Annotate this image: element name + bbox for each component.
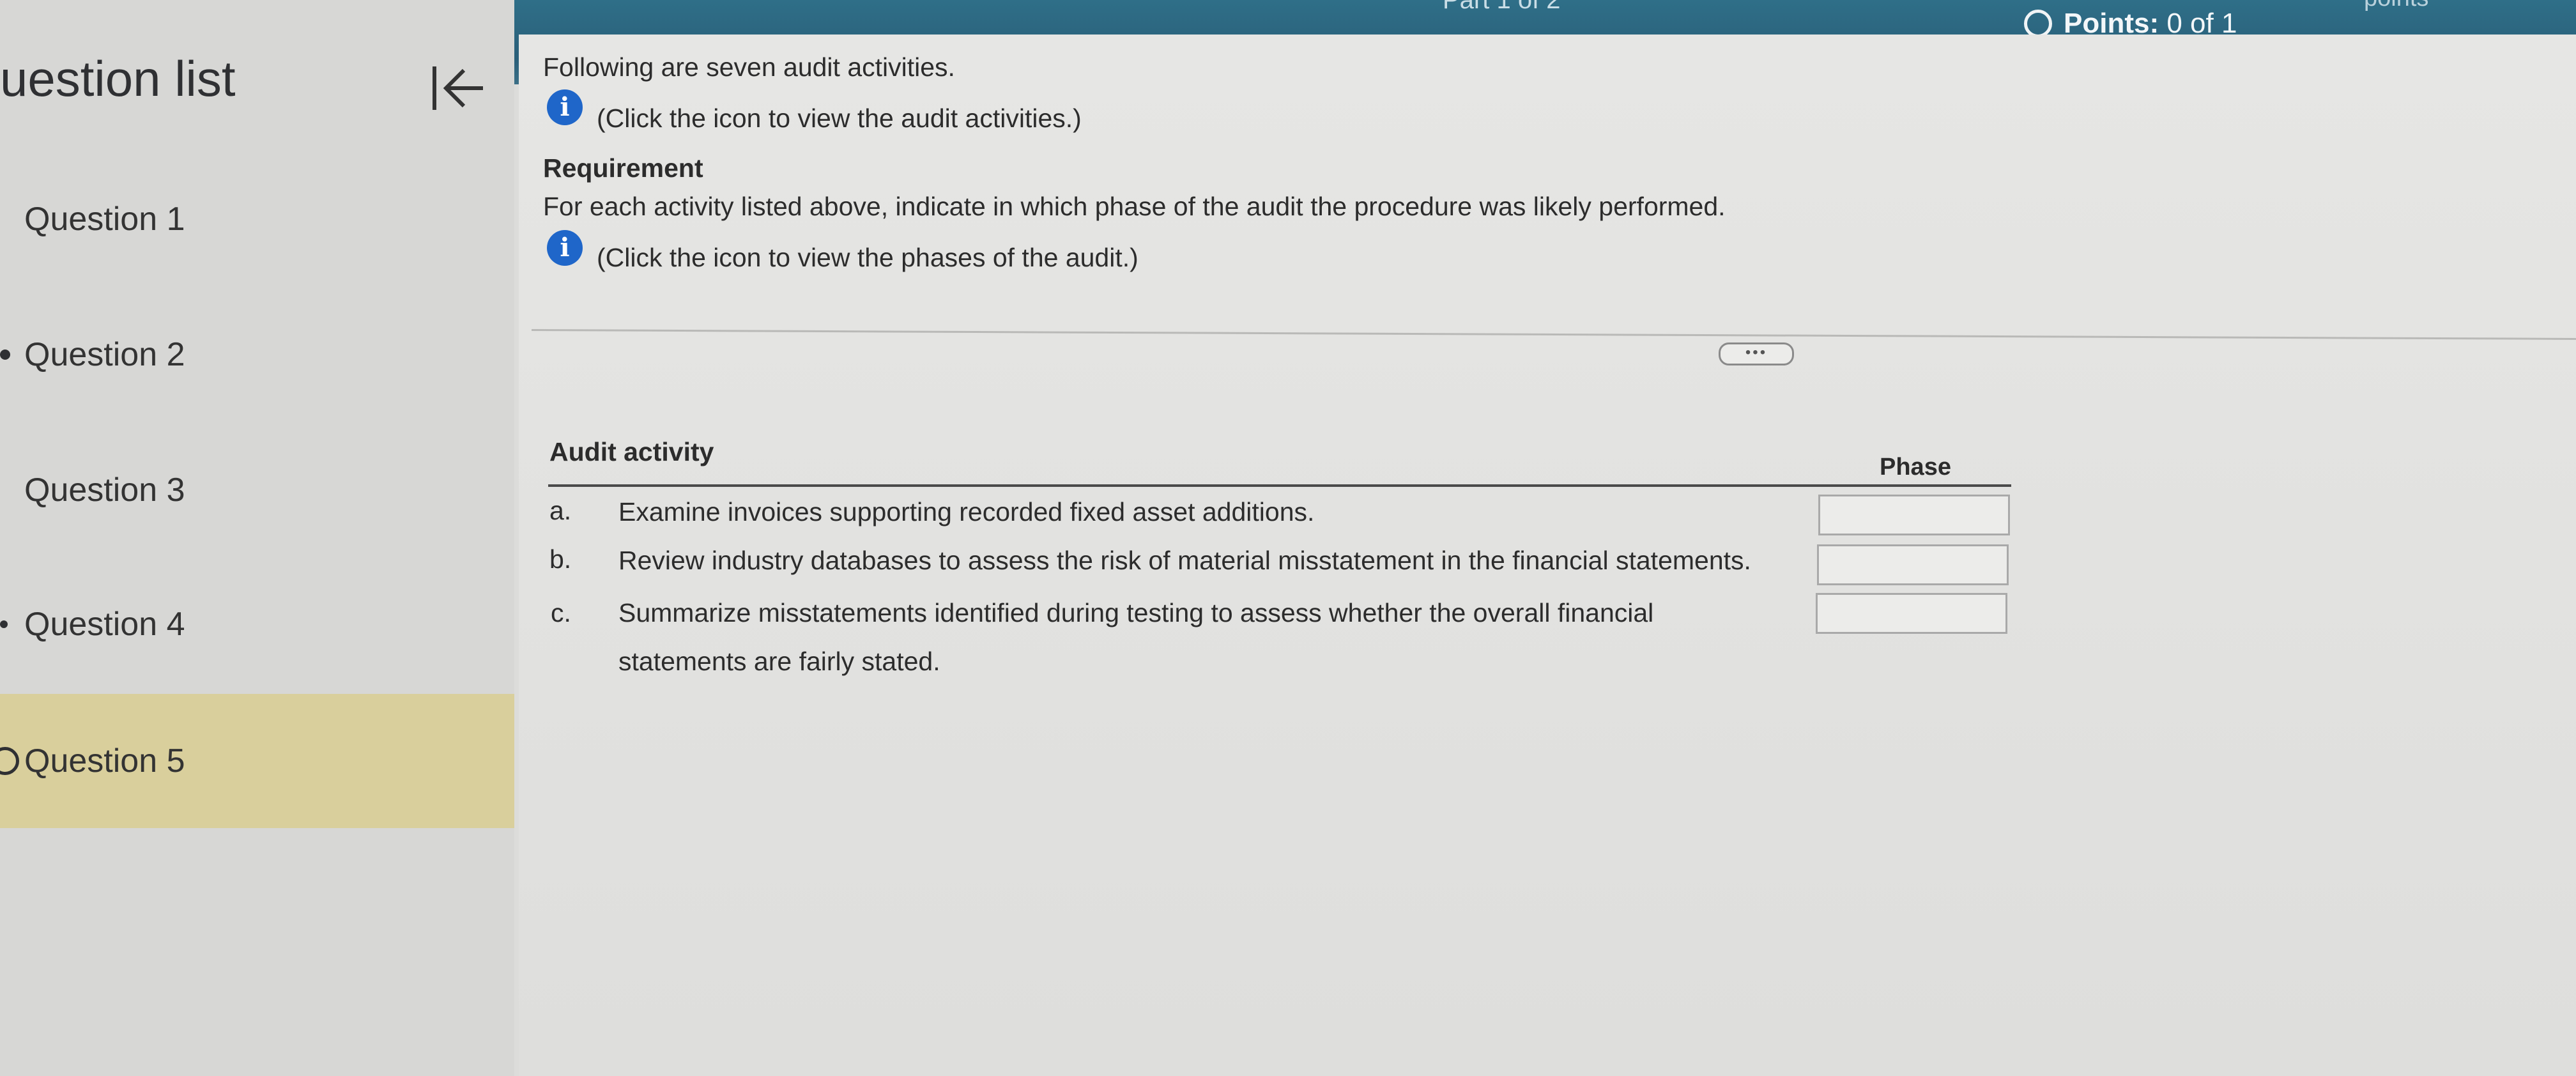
column-header-activity: Audit activity [549,437,714,466]
sidebar-item-label: Question 1 [24,201,185,238]
collapse-sidebar-icon[interactable] [427,61,488,115]
status-dot-icon [0,350,10,360]
row-c-activity: Summarize misstatements identified durin… [618,598,1654,627]
sidebar-item-question-2[interactable]: Question 2 [0,288,514,422]
sidebar-item-label: Question 4 [24,606,185,643]
row-a-activity: Examine invoices supporting recorded fix… [618,497,1315,526]
row-c-activity-continued: statements are fairly stated. [618,647,940,676]
status-circle-icon [0,747,19,775]
audit-phases-link[interactable]: (Click the icon to view the phases of th… [597,243,1138,273]
sidebar-item-label: Question 5 [24,742,185,780]
sidebar-item-question-3[interactable]: Question 3 [0,423,514,557]
audit-activities-link[interactable]: (Click the icon to view the audit activi… [597,104,1082,134]
row-c-letter: c. [551,598,571,627]
part-indicator: Part 1 of 2 [1443,0,1561,14]
sidebar-item-label: Question 3 [24,472,185,509]
phase-input-c[interactable] [1816,593,2007,634]
requirement-heading: Requirement [543,153,703,183]
more-button[interactable]: ••• [1719,342,1794,365]
column-header-phase: Phase [1880,454,1951,480]
info-icon[interactable]: i [547,230,583,266]
sidebar-item-label: Question 2 [24,336,185,373]
sidebar-item-question-4[interactable]: Question 4 [0,557,514,691]
sidebar-item-question-1[interactable]: Question 1 [0,152,514,286]
requirement-text: For each activity listed above, indicate… [543,192,1726,221]
sidebar-title: uestion list [0,50,236,107]
phase-input-b[interactable] [1817,544,2009,585]
score-summary: points [2364,0,2428,12]
row-b-letter: b. [549,544,572,574]
row-b-activity: Review industry databases to assess the … [618,546,1751,575]
intro-text: Following are seven audit activities. [543,52,955,82]
row-a-letter: a. [549,496,572,525]
phase-input-a[interactable] [1818,495,2010,535]
table-header-rule [548,484,2011,487]
question-list-sidebar: uestion list Question 1 Question 2 Quest… [0,0,514,1076]
status-dot-icon [0,620,8,628]
sidebar-item-question-5[interactable]: Question 5 [0,694,514,828]
circle-status-icon [2024,10,2052,38]
info-icon[interactable]: i [547,89,583,125]
